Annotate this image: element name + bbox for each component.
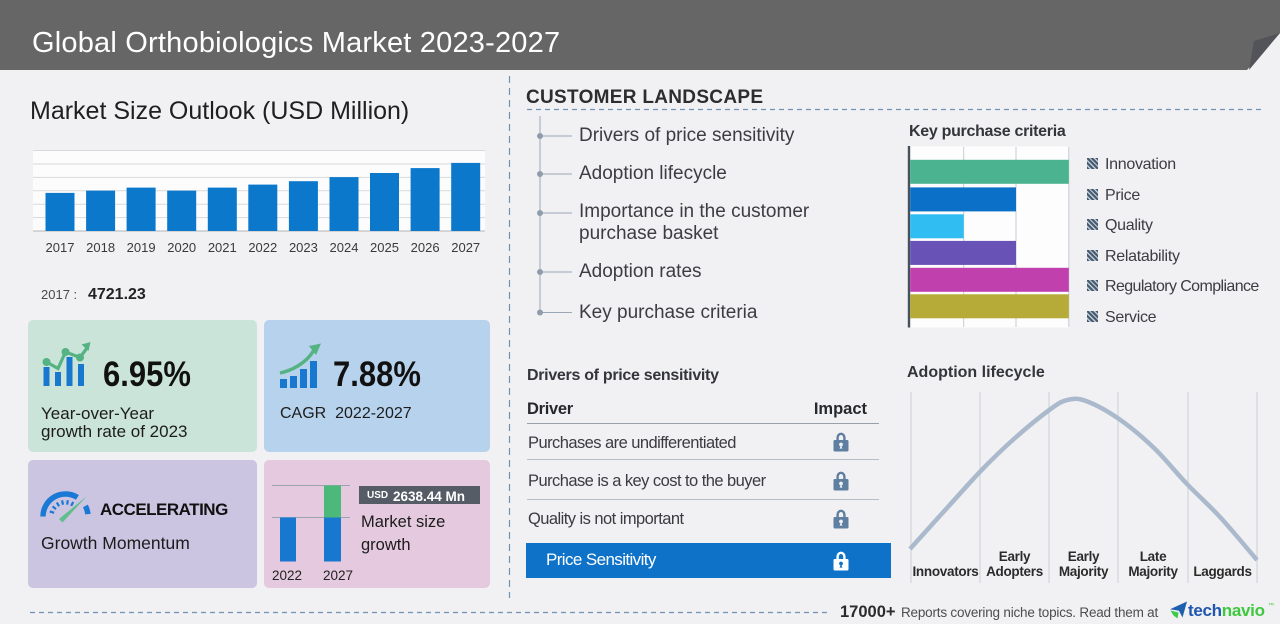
svg-text:2026: 2026 [411, 240, 440, 255]
svg-text:2022: 2022 [248, 240, 277, 255]
svg-text:™: ™ [1268, 602, 1274, 609]
svg-text:2027: 2027 [451, 240, 480, 255]
svg-text:2024: 2024 [330, 240, 359, 255]
svg-text:2019: 2019 [127, 240, 156, 255]
svg-text:technavio: technavio [1188, 601, 1265, 620]
svg-text:2018: 2018 [86, 240, 115, 255]
svg-text:2025: 2025 [370, 240, 399, 255]
svg-text:2023: 2023 [289, 240, 318, 255]
svg-text:2020: 2020 [167, 240, 196, 255]
svg-text:2017: 2017 [46, 240, 75, 255]
svg-text:2021: 2021 [208, 240, 237, 255]
